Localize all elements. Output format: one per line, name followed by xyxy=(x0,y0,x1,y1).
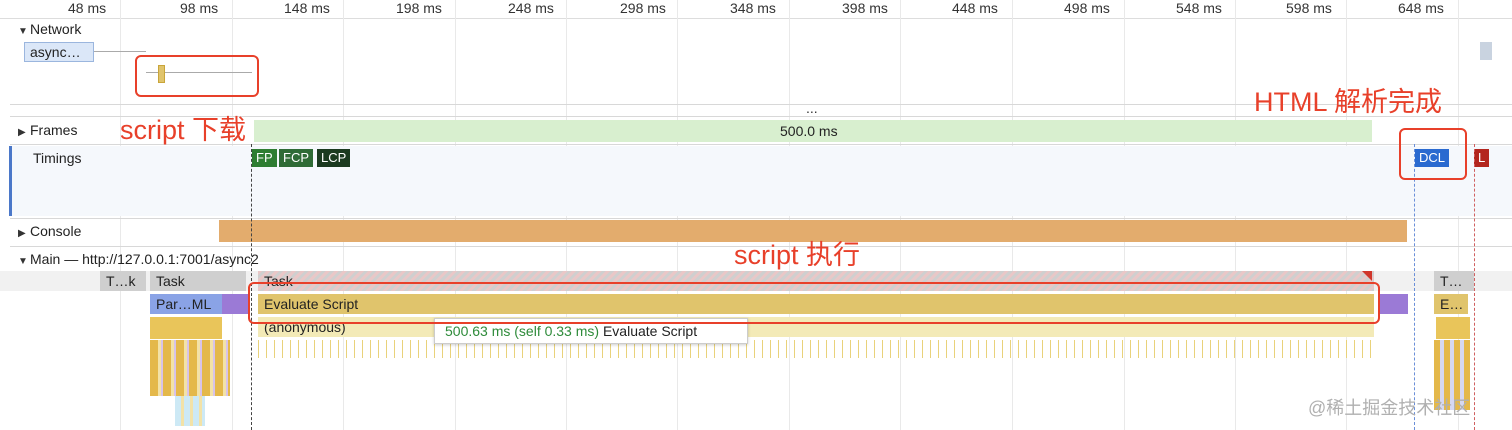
watermark: @稀土掘金技术社区 xyxy=(1308,398,1471,418)
long-task-flag-icon xyxy=(1362,271,1372,281)
network-request-late[interactable] xyxy=(1480,42,1492,60)
separator xyxy=(10,218,1512,219)
evaluate-script-bar-short[interactable]: E… xyxy=(1434,294,1468,314)
ruler-tick: 298 ms xyxy=(620,0,666,16)
collapse-triangle-icon: ▼ xyxy=(18,26,28,37)
annotation-download: script 下载 xyxy=(120,115,247,145)
time-ruler: 48 ms 98 ms 148 ms 198 ms 248 ms 298 ms … xyxy=(0,0,1512,19)
more-dots[interactable]: ... xyxy=(806,100,818,116)
fcp-marker[interactable]: FCP xyxy=(279,149,313,167)
ruler-tick: 398 ms xyxy=(842,0,888,16)
task-bar[interactable]: T…k xyxy=(100,271,146,291)
ruler-tick: 348 ms xyxy=(730,0,776,16)
timings-label[interactable]: Timings xyxy=(33,150,82,166)
request-whisker xyxy=(94,51,146,52)
tooltip-name: Evaluate Script xyxy=(602,323,698,339)
ruler-tick: 248 ms xyxy=(508,0,554,16)
call-block[interactable] xyxy=(1436,317,1470,339)
purple-block[interactable] xyxy=(222,294,250,314)
load-marker[interactable]: L xyxy=(1474,149,1490,167)
annotation-execute: script 执行 xyxy=(734,240,861,270)
dcl-line xyxy=(1414,144,1415,430)
network-request-async[interactable]: async… xyxy=(24,42,94,62)
frames-track-toggle[interactable]: ▶ Frames xyxy=(18,122,77,138)
load-line xyxy=(1474,144,1475,430)
ruler-tick: 148 ms xyxy=(284,0,330,16)
network-request-label: async… xyxy=(30,44,81,60)
parse-html-bar[interactable]: Par…ML xyxy=(150,294,222,314)
ruler-tick: 598 ms xyxy=(1286,0,1332,16)
console-label: Console xyxy=(30,223,82,239)
expand-triangle-icon: ▶ xyxy=(18,127,26,138)
task-bar[interactable]: T… xyxy=(1434,271,1474,291)
purple-block[interactable] xyxy=(1378,294,1408,314)
annotation-box-dcl xyxy=(1399,128,1467,180)
annotation-box-execute xyxy=(248,282,1380,324)
call-block[interactable] xyxy=(150,317,222,339)
frame-duration: 500.0 ms xyxy=(780,123,838,139)
tooltip-time: 500.63 ms (self 0.33 ms) xyxy=(445,323,600,339)
console-track-toggle[interactable]: ▶ Console xyxy=(18,223,81,239)
expand-triangle-icon: ▶ xyxy=(18,228,26,239)
task-bar[interactable]: Task xyxy=(150,271,246,291)
ruler-tick: 448 ms xyxy=(952,0,998,16)
main-track-toggle[interactable]: ▼ Main — http://127.0.0.1:7001/async2 xyxy=(18,251,259,267)
lcp-marker[interactable]: LCP xyxy=(317,149,351,167)
network-label: Network xyxy=(30,21,82,37)
ruler-tick: 48 ms xyxy=(68,0,107,16)
ruler-tick: 498 ms xyxy=(1064,0,1110,16)
network-track-toggle[interactable]: ▼ Network xyxy=(18,21,81,37)
ruler-tick: 648 ms xyxy=(1398,0,1444,16)
flame-stack[interactable] xyxy=(175,396,205,426)
ruler-tick: 98 ms xyxy=(180,0,219,16)
ruler-tick: 548 ms xyxy=(1176,0,1222,16)
ruler-tick: 198 ms xyxy=(396,0,442,16)
timings-track xyxy=(12,146,1512,216)
flame-stack[interactable] xyxy=(150,340,230,396)
flame-stack-thin[interactable] xyxy=(258,340,1374,358)
annotation-parse-done: HTML 解析完成 xyxy=(1254,87,1442,117)
main-thread-label: Main — http://127.0.0.1:7001/async2 xyxy=(30,251,259,267)
fp-marker[interactable]: FP xyxy=(252,149,277,167)
frames-label: Frames xyxy=(30,122,78,138)
annotation-box-download xyxy=(135,55,259,97)
collapse-triangle-icon: ▼ xyxy=(18,256,28,267)
